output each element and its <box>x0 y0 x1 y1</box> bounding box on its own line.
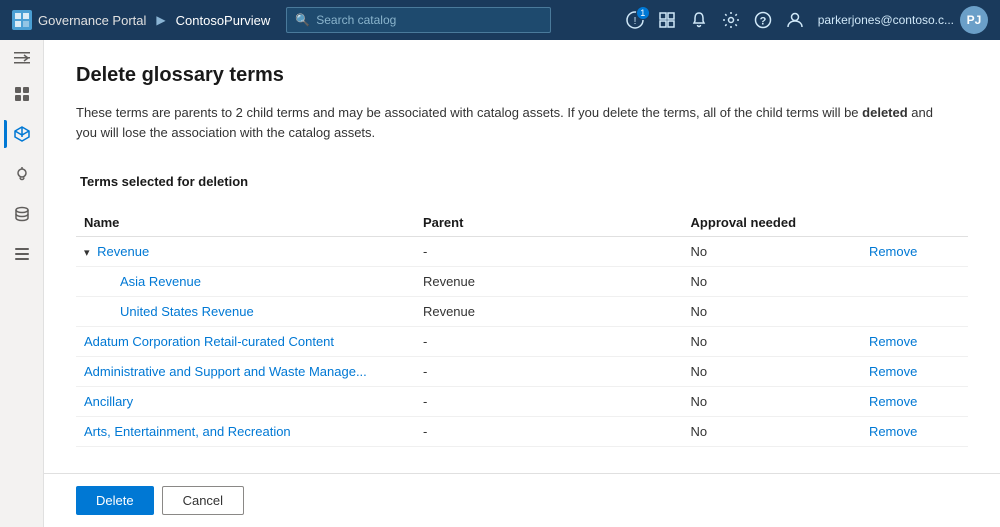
col-header-action <box>861 209 968 237</box>
remove-button-admin[interactable]: Remove <box>869 364 917 379</box>
term-link-adatum[interactable]: Adatum Corporation Retail-curated Conten… <box>84 334 334 349</box>
notification-badge: 1 <box>636 6 650 20</box>
delete-button[interactable]: Delete <box>76 486 154 515</box>
parent-cell-ancillary: - <box>415 387 683 417</box>
footer: Delete Cancel <box>44 473 1000 527</box>
table-row: Asia Revenue Revenue No <box>76 267 968 297</box>
bell-button[interactable] <box>690 11 708 29</box>
sidebar-item-home[interactable] <box>4 76 40 112</box>
term-link-ancillary[interactable]: Ancillary <box>84 394 133 409</box>
search-bar[interactable]: 🔍 <box>286 7 551 33</box>
content-inner: Delete glossary terms These terms are pa… <box>44 40 1000 473</box>
table-row: ▾ Revenue - No Remove <box>76 237 968 267</box>
sidebar-item-catalog[interactable] <box>4 116 40 152</box>
table-row: Adatum Corporation Retail-curated Conten… <box>76 327 968 357</box>
parent-cell-revenue: - <box>415 237 683 267</box>
approval-cell-adatum: No <box>683 327 861 357</box>
help-button[interactable]: ? <box>754 11 772 29</box>
user-profile-button[interactable] <box>786 11 804 29</box>
purview-name-label: ContosoPurview <box>176 13 271 28</box>
brand-section: Governance Portal ▶ ContosoPurview <box>12 10 270 30</box>
page-title: Delete glossary terms <box>76 64 968 87</box>
search-input[interactable] <box>316 13 542 27</box>
content-area: Delete glossary terms These terms are pa… <box>44 40 1000 527</box>
parent-cell-adatum: - <box>415 327 683 357</box>
term-link-revenue[interactable]: Revenue <box>97 244 149 259</box>
term-link-admin[interactable]: Administrative and Support and Waste Man… <box>84 364 367 379</box>
portal-name-label: Governance Portal <box>38 13 146 28</box>
parent-cell-asia: Revenue <box>415 267 683 297</box>
svg-text:?: ? <box>759 16 766 28</box>
brand-icon <box>12 10 32 30</box>
parent-cell-arts: - <box>415 417 683 447</box>
approval-cell-admin: No <box>683 357 861 387</box>
table-row: Administrative and Support and Waste Man… <box>76 357 968 387</box>
nav-right: ! 1 ? <box>626 6 988 34</box>
remove-button-ancillary[interactable]: Remove <box>869 394 917 409</box>
grid-button[interactable] <box>658 11 676 29</box>
terms-table: Name Parent Approval needed ▾ Revenue - <box>76 209 968 447</box>
table-row: United States Revenue Revenue No <box>76 297 968 327</box>
col-header-parent: Parent <box>415 209 683 237</box>
settings-button[interactable] <box>722 11 740 29</box>
sidebar <box>0 40 44 527</box>
remove-button-adatum[interactable]: Remove <box>869 334 917 349</box>
user-info[interactable]: parkerjones@contoso.c... PJ <box>818 6 988 34</box>
warning-text: These terms are parents to 2 child terms… <box>76 103 956 142</box>
approval-cell-arts: No <box>683 417 861 447</box>
top-navigation: Governance Portal ▶ ContosoPurview 🔍 ! 1 <box>0 0 1000 40</box>
notification-button[interactable]: ! 1 <box>626 11 644 29</box>
approval-cell-revenue: No <box>683 237 861 267</box>
col-header-approval: Approval needed <box>683 209 861 237</box>
sidebar-item-data[interactable] <box>4 196 40 232</box>
col-header-name: Name <box>76 209 415 237</box>
approval-cell-us: No <box>683 297 861 327</box>
approval-cell-asia: No <box>683 267 861 297</box>
remove-button-arts[interactable]: Remove <box>869 424 917 439</box>
main-layout: Delete glossary terms These terms are pa… <box>0 40 1000 527</box>
svg-text:!: ! <box>633 16 636 27</box>
term-link-asia-revenue[interactable]: Asia Revenue <box>120 274 201 289</box>
expand-icon[interactable]: ▾ <box>84 247 90 259</box>
user-email: parkerjones@contoso.c... <box>818 13 954 27</box>
sidebar-item-manage[interactable] <box>4 236 40 272</box>
term-link-us-revenue[interactable]: United States Revenue <box>120 304 254 319</box>
parent-cell-us: Revenue <box>415 297 683 327</box>
avatar: PJ <box>960 6 988 34</box>
table-row: Arts, Entertainment, and Recreation - No… <box>76 417 968 447</box>
table-row: Ancillary - No Remove <box>76 387 968 417</box>
approval-cell-ancillary: No <box>683 387 861 417</box>
remove-button-revenue[interactable]: Remove <box>869 244 917 259</box>
breadcrumb-arrow: ▶ <box>156 13 165 27</box>
cancel-button[interactable]: Cancel <box>162 486 244 515</box>
search-icon: 🔍 <box>295 13 310 27</box>
term-link-arts[interactable]: Arts, Entertainment, and Recreation <box>84 424 291 439</box>
section-label: Terms selected for deletion <box>76 166 968 197</box>
sidebar-item-insights[interactable] <box>4 156 40 192</box>
parent-cell-admin: - <box>415 357 683 387</box>
sidebar-toggle[interactable] <box>4 44 40 72</box>
